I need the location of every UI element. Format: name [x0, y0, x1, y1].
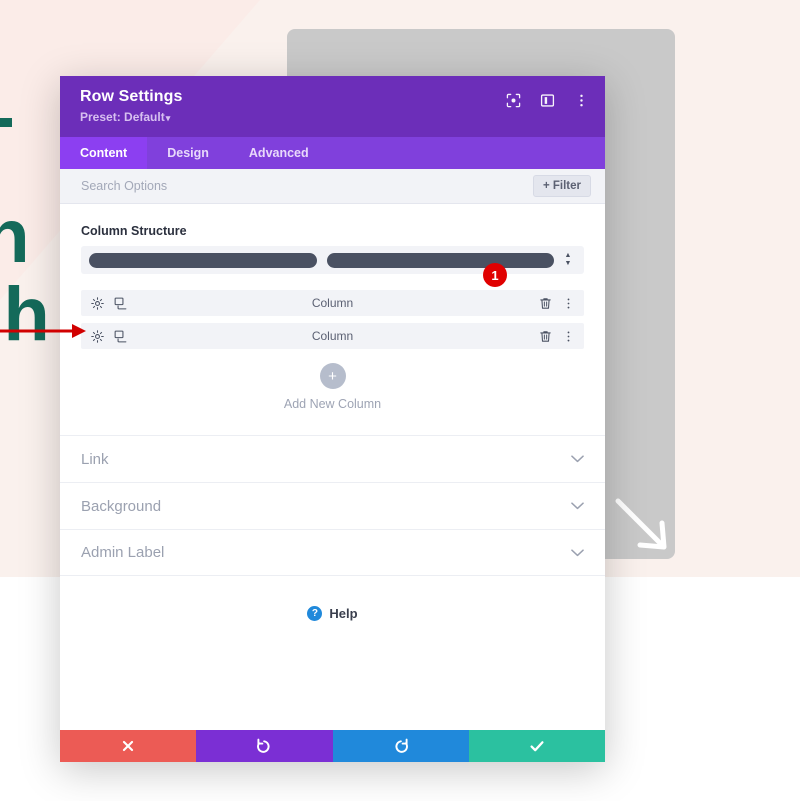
table-row[interactable]: Column [81, 323, 584, 349]
chevron-down-icon [571, 544, 584, 562]
status-badge: 1 [483, 263, 507, 287]
column-structure-label: Column Structure [81, 224, 187, 238]
chevron-down-icon [571, 497, 584, 515]
redo-icon [395, 738, 408, 753]
chevron-down-icon: ▾ [165, 113, 171, 123]
row-right-actions [538, 290, 575, 316]
structure-bar [89, 252, 317, 268]
table-row[interactable]: Column [81, 290, 584, 316]
redo-button[interactable] [332, 730, 469, 762]
preset-label: Preset: Default [80, 110, 165, 124]
check-icon [530, 741, 544, 752]
column-row-label: Column [311, 329, 354, 343]
column-structure-preview [89, 252, 554, 268]
help-link[interactable]: ? Help [60, 606, 605, 621]
toggle-label: Link [81, 450, 109, 468]
heading-accent-dash [0, 118, 12, 127]
more-vertical-icon[interactable] [561, 329, 575, 343]
undo-button[interactable] [196, 730, 333, 762]
toggle-link[interactable]: Link [60, 435, 605, 482]
chevron-down-icon: ▼ [564, 260, 572, 267]
help-label: Help [329, 606, 358, 621]
gear-icon[interactable] [90, 329, 104, 343]
chevron-up-icon: ▲ [564, 252, 572, 259]
modal-tabs: Content Design Advanced [60, 137, 605, 169]
option-groups: Link Background Admin Label [60, 435, 605, 576]
search-input[interactable] [81, 179, 533, 193]
row-settings-modal: Row Settings Preset: Default▾ Content De… [60, 76, 605, 762]
resize-arrow-icon [615, 498, 667, 550]
more-vertical-icon[interactable] [571, 90, 591, 110]
question-mark-icon: ? [307, 606, 323, 621]
annotation-arrow [0, 324, 86, 338]
tab-advanced[interactable]: Advanced [229, 137, 329, 169]
trash-icon[interactable] [538, 296, 552, 310]
toggle-label: Background [81, 497, 162, 515]
add-new-column-label: Add New Column [283, 397, 382, 411]
search-bar: + Filter [60, 169, 605, 204]
structure-stepper[interactable]: ▲ ▼ [560, 252, 576, 267]
structure-bar [326, 252, 554, 268]
row-right-actions [538, 323, 575, 349]
screenshot-canvas: en s h de omnis i ium dolore Row Setting… [0, 0, 800, 801]
row-left-actions [90, 296, 127, 310]
row-left-actions [90, 329, 127, 343]
modal-header: Row Settings Preset: Default▾ [60, 76, 605, 137]
column-structure-picker[interactable]: ▲ ▼ [81, 246, 584, 274]
tab-content[interactable]: Content [60, 137, 148, 169]
duplicate-icon[interactable] [113, 329, 127, 343]
close-icon [123, 740, 134, 752]
more-vertical-icon[interactable] [561, 296, 575, 310]
modal-body: Column Structure ▲ ▼ Column Column + Add… [60, 204, 605, 762]
column-list: Column Column [60, 290, 605, 349]
filter-button[interactable]: + Filter [532, 175, 591, 197]
duplicate-icon[interactable] [113, 296, 127, 310]
tab-design[interactable]: Design [147, 137, 229, 169]
save-button[interactable] [468, 730, 605, 762]
chevron-down-icon [571, 450, 584, 468]
undo-icon [257, 738, 270, 753]
modal-header-actions [503, 90, 591, 110]
column-row-label: Column [311, 296, 354, 310]
gear-icon[interactable] [90, 296, 104, 310]
discard-button[interactable] [60, 730, 197, 762]
toggle-label: Admin Label [81, 544, 165, 561]
plus-icon: + [319, 363, 346, 389]
layout-panel-icon[interactable] [537, 90, 557, 110]
modal-footer [60, 730, 605, 762]
toggle-admin-label[interactable]: Admin Label [60, 529, 605, 576]
toggle-background[interactable]: Background [60, 482, 605, 529]
focus-icon[interactable] [503, 90, 523, 110]
preset-selector[interactable]: Preset: Default▾ [80, 110, 585, 124]
add-new-column-button[interactable]: + Add New Column [60, 363, 605, 411]
trash-icon[interactable] [538, 329, 552, 343]
